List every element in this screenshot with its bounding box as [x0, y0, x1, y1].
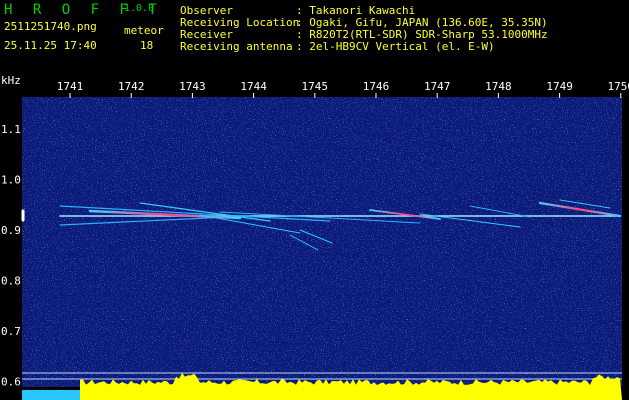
- y-tick-label: 0.9: [1, 224, 21, 237]
- y-tick-label: 0.7: [1, 325, 21, 338]
- x-tick-label: 1749: [546, 80, 573, 93]
- x-tick-label: 1750: [608, 80, 629, 93]
- file-datetime: 25.11.25 17:40: [4, 39, 97, 52]
- x-tick-label: 1742: [118, 80, 145, 93]
- y-tick-label: 0.6: [1, 376, 21, 389]
- axis-unit: kHz: [1, 75, 21, 87]
- meteor-count: 18: [140, 39, 154, 52]
- spectrogram: kHz 1741 1742 1743 1744 1745 1746 1747 1748 1749…: [0, 75, 629, 400]
- header-panel: H R O F F T 1.0.0 2511251740.png 25.11.2…: [0, 0, 629, 75]
- info-value-antenna: : 2el-HB9CV Vertical (el. E-W): [296, 40, 495, 53]
- file-name: 2511251740.png: [4, 20, 97, 33]
- x-tick-label: 1748: [485, 80, 512, 93]
- x-tick-label: 1743: [179, 80, 206, 93]
- x-tick-label: 1747: [424, 80, 451, 93]
- spectrum-noise: [22, 97, 622, 394]
- x-tick-label: 1745: [302, 80, 329, 93]
- x-axis: 1741 1742 1743 1744 1745 1746 1747 1748 1749 1750: [57, 80, 629, 98]
- info-key-antenna: Receiving antenna: [180, 40, 293, 53]
- y-tick-label: 1.0: [1, 174, 21, 187]
- x-tick-label: 1746: [363, 80, 390, 93]
- x-tick-label: 1741: [57, 80, 84, 93]
- meteor-label: meteor: [124, 24, 164, 37]
- y-tick-label: 0.8: [1, 275, 21, 288]
- x-tick-label: 1744: [240, 80, 267, 93]
- app-version: 1.0.0: [124, 3, 155, 14]
- power-segment-cyan: [22, 390, 80, 400]
- y-tick-label: 1.1: [1, 123, 21, 136]
